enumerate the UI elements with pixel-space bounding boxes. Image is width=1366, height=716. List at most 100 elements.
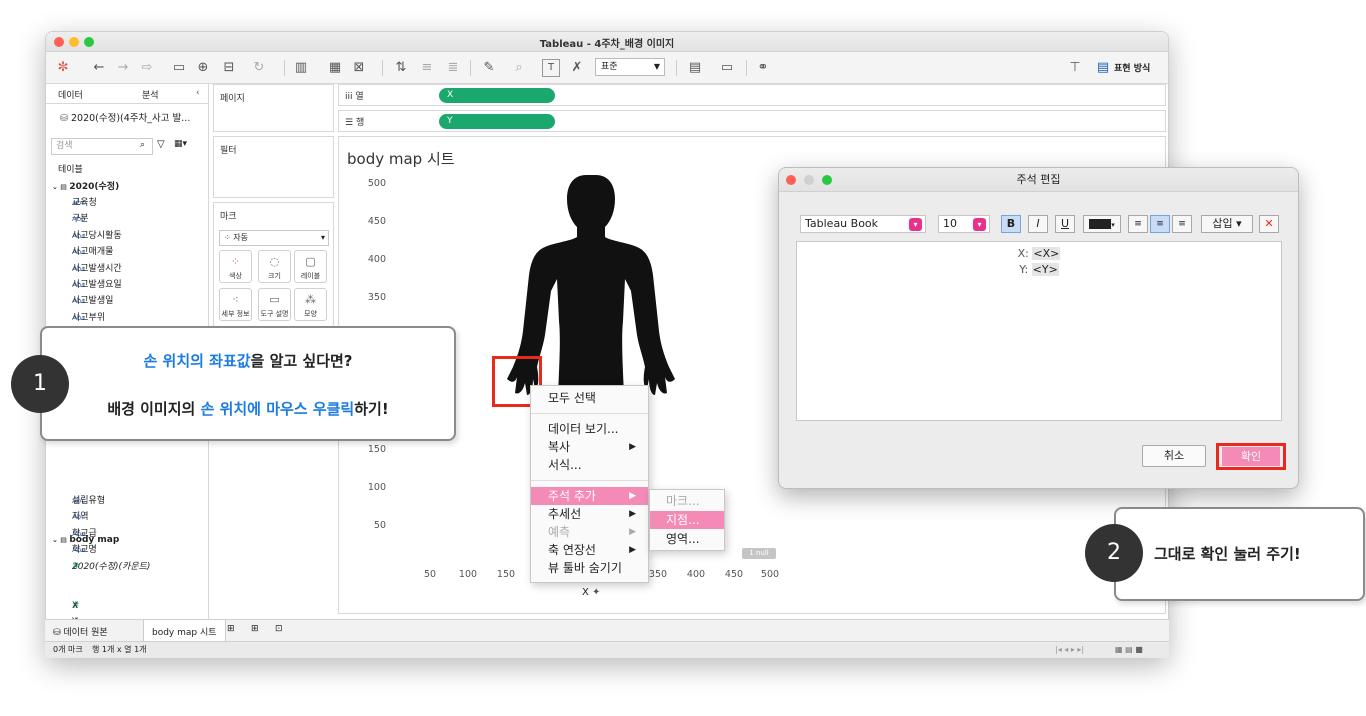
field-item[interactable]: #X (46, 598, 80, 614)
pin-icon[interactable]: ⊤ (1066, 59, 1084, 77)
sort-asc-icon[interactable]: ≡ (418, 59, 436, 77)
show-me-button[interactable]: 표현 방식 (1114, 61, 1150, 74)
redo-icon[interactable]: → (114, 59, 132, 77)
underline-button[interactable]: U (1055, 215, 1075, 233)
field-item[interactable]: Abc사고발생일 (46, 293, 113, 309)
bold-button[interactable]: B (1001, 215, 1021, 233)
tab-data[interactable]: 데이터 (58, 88, 83, 101)
field-item[interactable]: Abc교육청 (46, 195, 97, 211)
italic-button[interactable]: I (1028, 215, 1048, 233)
label-button[interactable]: ▢ 레이블 (294, 250, 327, 283)
align-left-icon[interactable]: ≡ (1128, 215, 1148, 233)
clear-icon[interactable]: ✕ (1259, 215, 1279, 233)
cancel-button[interactable]: 취소 (1142, 445, 1206, 467)
menu-select-all[interactable]: 모두 선택 (531, 389, 648, 407)
clear-sheet-icon[interactable]: ⊠ (350, 59, 368, 77)
menu-hide-view-toolbar[interactable]: 뷰 툴바 숨기기 (531, 559, 648, 577)
save-icon[interactable]: ▭ (170, 59, 188, 77)
pause-updates-icon[interactable]: ⊟ (220, 59, 238, 77)
menu-forecast[interactable]: 예측 ▶ (531, 523, 648, 541)
field-item[interactable]: #2020(수정)(카운트) (46, 559, 150, 575)
dialog-close-button[interactable] (786, 175, 796, 185)
color-button[interactable]: ⁘ 색상 (219, 250, 252, 283)
tab-body-map-sheet[interactable]: body map 시트 (143, 620, 226, 641)
field-item[interactable]: Abc사고발생요일 (46, 277, 122, 293)
menu-add-annotation[interactable]: 주석 추가 ▶ (531, 487, 648, 505)
menu-copy[interactable]: 복사 ▶ (531, 438, 648, 456)
sort-desc-icon[interactable]: ≣ (444, 59, 462, 77)
duplicate-sheet-icon[interactable]: ▦ (326, 59, 344, 77)
menu-trend-lines[interactable]: 추세선 ▶ (531, 505, 648, 523)
sorter-view-icon[interactable]: ▦ ▤ ■ (1115, 642, 1143, 658)
undo-icon[interactable]: ← (90, 59, 108, 77)
field-item[interactable]: Abc구분 (46, 211, 89, 227)
tooltip-button[interactable]: ▭ 도구 설명 (258, 288, 291, 321)
columns-shelf[interactable]: iii 열 X (338, 84, 1166, 106)
refresh-icon[interactable]: ↻ (250, 59, 268, 77)
field-item[interactable]: Abc사고부위 (46, 310, 105, 326)
field-item[interactable]: Abc설립유형 (46, 493, 105, 509)
font-family-select[interactable]: Tableau Book ▾ (800, 215, 926, 233)
highlight-icon[interactable]: ✎ (480, 59, 498, 77)
field-item[interactable]: Abc사고매개물 (46, 244, 113, 260)
field-item[interactable]: Abc사고당시활동 (46, 228, 122, 244)
menu-annotate-mark[interactable]: 마크... (650, 492, 724, 510)
pages-card[interactable]: 페이지 (213, 84, 334, 132)
new-worksheet-icon[interactable]: ▥ (292, 59, 310, 77)
rows-shelf[interactable]: ☰ 행 Y (338, 110, 1166, 132)
mark-type-select[interactable]: ⁘ 자동 ▾ (219, 230, 329, 246)
table-header-bodymap[interactable]: ⌄ ▤ body map (52, 532, 119, 548)
menu-annotate-point[interactable]: 지점... (650, 511, 724, 529)
x-field-token[interactable]: <X> (1032, 247, 1061, 260)
y-pill[interactable]: Y (439, 114, 555, 129)
menu-annotate-area[interactable]: 영역... (650, 530, 724, 548)
font-color-button[interactable]: ▾ (1083, 215, 1121, 233)
sheet-nav-icon[interactable]: |◂ ◂ ▸ ▸| (1055, 642, 1084, 658)
size-button[interactable]: ◌ 크기 (258, 250, 291, 283)
detail-button[interactable]: ⁖ 세부 정보 (219, 288, 252, 321)
show-labels-icon[interactable]: T (542, 59, 560, 77)
tab-analysis[interactable]: 분석 (142, 88, 159, 101)
datasource-item[interactable]: ⛁ 2020(수정)(4주차_사고 발... (60, 110, 190, 124)
collapse-panel-icon[interactable]: ‹ (196, 88, 200, 98)
swap-icon[interactable]: ⇅ (392, 59, 410, 77)
tableau-logo-icon[interactable]: ✼ (54, 59, 72, 77)
annotation-text-area[interactable]: X: <X> Y: <Y> (796, 241, 1282, 421)
filters-card[interactable]: 필터 (213, 136, 334, 198)
y-field-token[interactable]: <Y> (1031, 263, 1059, 276)
table-header-2020[interactable]: ⌄ ▤ 2020(수정) (52, 179, 119, 195)
presentation-icon[interactable]: ▭ (718, 59, 736, 77)
filter-icon[interactable]: ▽ (157, 139, 165, 150)
dialog-minimize-button[interactable] (804, 175, 814, 185)
share-icon[interactable]: ⚭ (754, 59, 772, 77)
align-center-icon[interactable]: ≡ (1150, 215, 1170, 233)
fit-select[interactable]: 표준 ▼ (595, 58, 665, 76)
menu-view-data[interactable]: 데이터 보기... (531, 420, 648, 438)
dialog-zoom-button[interactable] (822, 175, 832, 185)
font-size-select[interactable]: 10 ▾ (938, 215, 990, 233)
null-indicator[interactable]: 1 null (742, 548, 776, 559)
field-item[interactable]: Abc사고발생시간 (46, 261, 122, 277)
view-options-icon[interactable]: ▦▾ (174, 139, 187, 149)
search-input[interactable]: 검색 (51, 138, 153, 155)
x-pill[interactable]: X (439, 88, 555, 103)
group-icon[interactable]: ⌕ (510, 59, 528, 77)
menu-format[interactable]: 서식... (531, 456, 648, 474)
marks-card: 마크 ⁘ 자동 ▾ ⁘ 색상 ◌ 크기 ▢ 레이블 ⁖ 세부 정보 ▭ 도구 설명 ⁂ 모양 (213, 202, 334, 327)
new-datasource-icon[interactable]: ⊕ (194, 59, 212, 77)
new-story-icon[interactable]: ⊡ (275, 624, 283, 634)
ok-button[interactable]: 확인 (1216, 443, 1286, 470)
string-type-icon: Abc (72, 297, 86, 306)
tab-data-source[interactable]: ⛁ 데이터 원본 (53, 625, 108, 638)
insert-menu-button[interactable]: 삽입 ▾ (1201, 215, 1253, 233)
shape-button[interactable]: ⁂ 모양 (294, 288, 327, 321)
replay-icon[interactable]: ⇨ (138, 59, 156, 77)
menu-reference-line[interactable]: 축 연장선 ▶ (531, 541, 648, 559)
align-right-icon[interactable]: ≡ (1172, 215, 1192, 233)
field-item[interactable]: Abc지역 (46, 509, 89, 525)
show-me-icon[interactable]: ▤ (1094, 59, 1112, 77)
fix-axes-icon[interactable]: ✗ (568, 59, 586, 77)
new-sheet-icon[interactable]: ⊞ (227, 624, 235, 634)
show-cards-icon[interactable]: ▤ (686, 59, 704, 77)
new-dashboard-icon[interactable]: ⊞ (251, 624, 259, 634)
